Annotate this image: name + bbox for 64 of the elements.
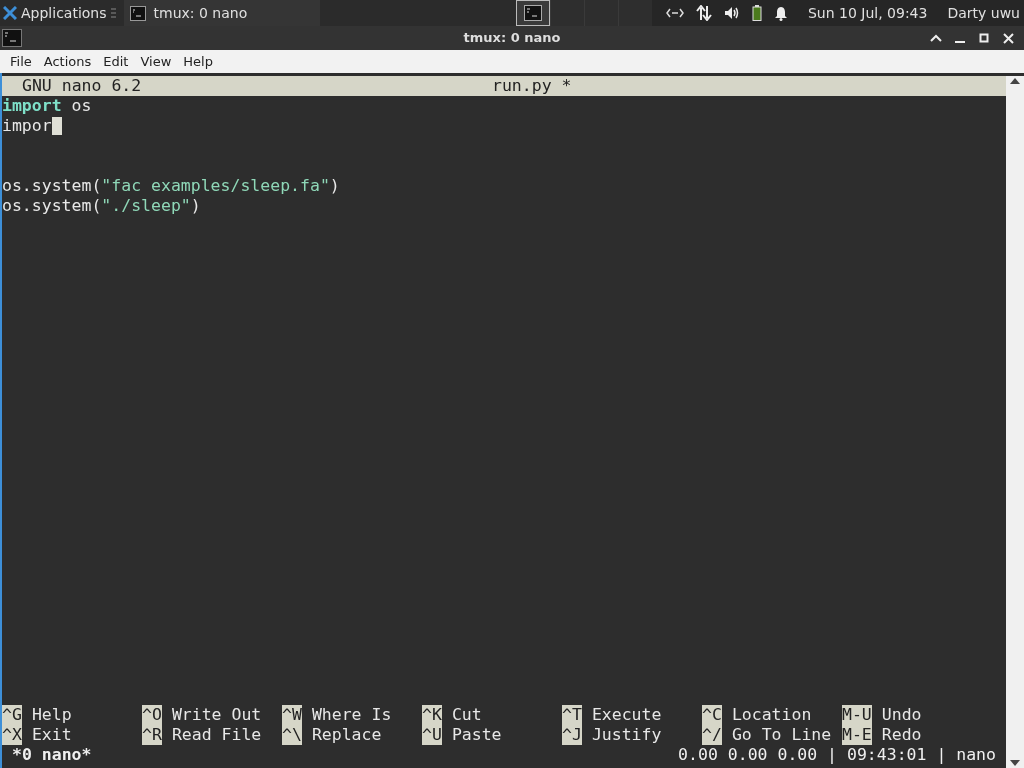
shortcut-key: ^T	[562, 705, 582, 725]
shortcut-label: Justify	[590, 725, 662, 745]
shortcut-label: Execute	[590, 705, 662, 725]
code-line: os.system("./sleep")	[2, 196, 201, 216]
menu-item[interactable]: View	[134, 51, 178, 72]
shortcut-label: Go To Line	[730, 725, 832, 745]
shortcut-label: Undo	[880, 705, 922, 725]
shortcut-label: Cut	[450, 705, 482, 725]
applications-menu[interactable]: Applications	[0, 0, 111, 26]
workspace-button[interactable]	[515, 0, 550, 26]
nano-version: GNU nano 6.2	[21, 76, 142, 96]
shortcut-key: M-U	[842, 705, 872, 725]
tmux-window-label: *0 nano*	[11, 745, 92, 765]
code-line: impor	[2, 116, 52, 136]
scroll-down-icon[interactable]	[1010, 760, 1020, 766]
tmux-status-info: 0.00 0.00 0.00 | 09:43:01 | nano	[678, 745, 997, 765]
user-name[interactable]: Darty uwu	[947, 2, 1020, 24]
code-line: os.system("fac examples/sleep.fa")	[2, 176, 340, 196]
battery-icon	[751, 5, 762, 21]
shortcut-key: ^G	[2, 705, 22, 725]
up-down-arrows-icon	[695, 5, 712, 21]
shortcut-key: ^R	[142, 725, 162, 745]
menu-item[interactable]: Help	[177, 51, 219, 72]
bell-icon	[773, 5, 788, 21]
shortcut-key: ^U	[422, 725, 442, 745]
shortcut-key: ^X	[2, 725, 22, 745]
shortcut-label: Redo	[880, 725, 922, 745]
terminal-icon	[2, 29, 22, 47]
shortcut-key: ^C	[702, 705, 722, 725]
volume-icon	[723, 6, 740, 20]
shortcut-label: Paste	[450, 725, 502, 745]
shortcut-label: Help	[30, 705, 72, 725]
close-icon	[1002, 32, 1014, 44]
shortcut-key: ^J	[562, 725, 582, 745]
menu-item[interactable]: File	[4, 51, 38, 72]
shortcut-label: Read File	[170, 725, 262, 745]
shortcut-key: ^\	[282, 725, 302, 745]
menu-icon	[110, 8, 116, 18]
terminal-icon	[129, 5, 146, 21]
clock[interactable]: Sun 10 Jul, 09:43	[807, 2, 928, 24]
caret-up-icon	[930, 34, 942, 42]
minimize-icon	[955, 41, 965, 43]
code-line: import os	[2, 96, 92, 116]
menu-item[interactable]: Actions	[37, 51, 98, 72]
file-name: run.py *	[492, 76, 572, 96]
menu-item[interactable]: Edit	[97, 51, 135, 72]
shortcut-label: Where Is	[310, 705, 392, 725]
shortcut-key: M-E	[842, 725, 872, 745]
scrollbar[interactable]	[1006, 76, 1024, 768]
shortcut-key: ^/	[702, 725, 722, 745]
shortcut-key: ^W	[282, 705, 302, 725]
shortcut-label: Exit	[30, 725, 72, 745]
shortcut-label: Replace	[310, 725, 382, 745]
taskbar-button[interactable]: tmux: 0 nano	[123, 0, 320, 26]
maximize-icon	[979, 33, 989, 43]
window-title: tmux: 0 nano	[463, 29, 561, 48]
terminal-icon	[523, 5, 542, 21]
network-icon	[665, 8, 684, 18]
shortcut-key: ^O	[142, 705, 162, 725]
shortcut-key: ^K	[422, 705, 442, 725]
shortcut-label: Write Out	[170, 705, 262, 725]
shortcut-label: Location	[730, 705, 812, 725]
x-logo-icon	[3, 6, 17, 20]
scroll-up-icon[interactable]	[1010, 78, 1020, 84]
